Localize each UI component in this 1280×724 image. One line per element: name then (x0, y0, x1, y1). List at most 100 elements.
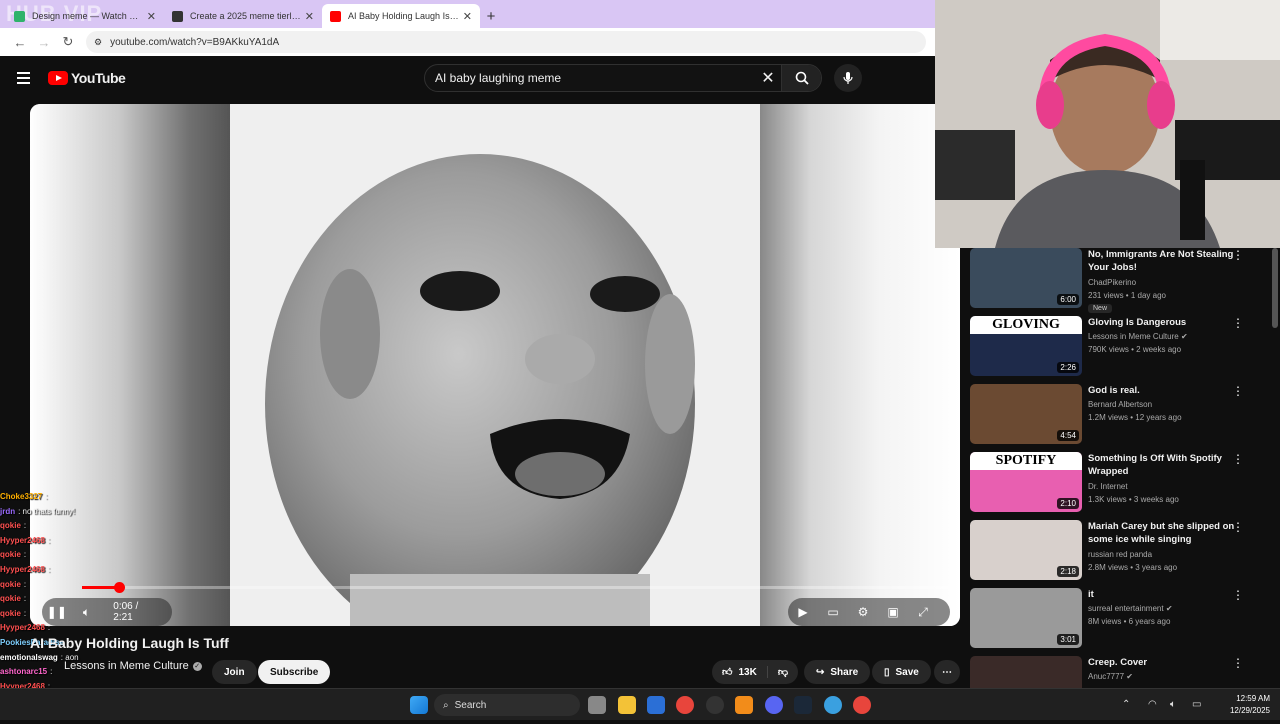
tab-favicon-icon (14, 10, 25, 22)
more-options-icon[interactable]: ⋮ (1232, 656, 1244, 670)
video-thumbnail[interactable]: 2:18 (970, 520, 1082, 580)
file-explorer-icon[interactable] (618, 696, 636, 714)
recommended-title[interactable]: Something Is Off With Spotify Wrapped (1088, 452, 1238, 478)
windows-start-icon[interactable] (410, 696, 428, 714)
channel-name[interactable]: Lessons in Meme Culture (64, 660, 189, 672)
voice-search-button[interactable] (834, 64, 862, 92)
recommended-channel[interactable]: Anuc7777 ✔ (1088, 672, 1133, 681)
recommended-title[interactable]: Mariah Carey but she slipped on some ice… (1088, 520, 1238, 546)
url-field[interactable]: ⚙ youtube.com/watch?v=B9AKkuYA1dA (86, 31, 926, 53)
clear-search-icon[interactable]: ✕ (755, 68, 781, 88)
recommended-video[interactable]: GLOVING 2:26 Gloving Is Dangerous Lessons i… (970, 316, 1270, 378)
share-label: Share (830, 666, 859, 678)
chrome-icon[interactable] (676, 696, 694, 714)
youtube-logo[interactable]: YouTube (48, 70, 126, 86)
autoplay-icon[interactable]: ▶ (788, 598, 818, 626)
more-actions-button[interactable]: ⋯ (934, 660, 960, 684)
wifi-icon[interactable]: ◠ (1148, 699, 1157, 710)
tab-close-icon[interactable]: ✕ (147, 10, 156, 23)
reload-icon[interactable]: ↻ (56, 34, 80, 50)
recommended-video[interactable]: SPOTIFY 2:10 Something Is Off With Spotify… (970, 452, 1270, 514)
taskbar-search[interactable]: ⌕ Search (434, 694, 580, 716)
share-icon: ↪ (816, 666, 825, 678)
recommended-channel[interactable]: surreal entertainment ✔ (1088, 604, 1173, 613)
settings-icon[interactable]: ⚙ (848, 598, 878, 626)
chat-username: Hyyper2468 (0, 535, 45, 545)
vlc-icon[interactable] (735, 696, 753, 714)
app-icon[interactable] (824, 696, 842, 714)
channel-row[interactable]: Lessons in Meme Culture ✓ (64, 660, 202, 672)
chat-message: Hyyper2468: (0, 563, 230, 578)
chat-username: qokie (0, 521, 21, 531)
chrome-alt-icon[interactable] (853, 696, 871, 714)
forward-icon[interactable]: → (32, 35, 56, 50)
recommended-title[interactable]: No, Immigrants Are Not Stealing Your Job… (1088, 248, 1238, 274)
miniplayer-icon[interactable]: ▣ (878, 598, 908, 626)
search-box[interactable]: AI baby laughing meme ✕ (424, 64, 822, 92)
chat-username: qokie (0, 579, 21, 589)
more-options-icon[interactable]: ⋮ (1232, 520, 1244, 534)
obs-icon[interactable] (706, 696, 724, 714)
store-icon[interactable] (647, 696, 665, 714)
search-input[interactable]: AI baby laughing meme (435, 71, 755, 85)
captions-icon[interactable]: ▭ (818, 598, 848, 626)
baby-face-image (230, 104, 760, 626)
more-options-icon[interactable]: ⋮ (1232, 316, 1244, 330)
tray-chevron-icon[interactable]: ⌃ (1122, 699, 1130, 710)
browser-tab-1[interactable]: Design meme — Watch Live ✕ (6, 4, 164, 28)
steam-icon[interactable] (794, 696, 812, 714)
recommended-channel[interactable]: Lessons in Meme Culture ✔ (1088, 332, 1188, 341)
share-button[interactable]: ↪ Share (804, 660, 871, 684)
recommended-title[interactable]: Gloving Is Dangerous (1088, 316, 1238, 329)
join-button[interactable]: Join (212, 660, 257, 684)
battery-icon[interactable]: ▭ (1192, 699, 1201, 710)
recommended-video[interactable]: 3:01 it surreal entertainment ✔ 8M views • … (970, 588, 1270, 650)
microphone-icon (843, 72, 853, 84)
video-thumbnail[interactable]: GLOVING 2:26 (970, 316, 1082, 376)
recommended-channel[interactable]: ChadPikerino (1088, 278, 1136, 287)
tab-close-icon[interactable]: ✕ (463, 10, 472, 23)
subscribe-button[interactable]: Subscribe (258, 660, 331, 684)
more-options-icon[interactable]: ⋮ (1232, 452, 1244, 466)
video-duration: 2:26 (1057, 362, 1079, 373)
site-info-icon[interactable]: ⚙ (94, 37, 102, 48)
recommended-channel[interactable]: Dr. Internet (1088, 482, 1128, 491)
like-button[interactable]: 👍︎ 13K (712, 666, 768, 678)
recommended-title[interactable]: it (1088, 588, 1238, 601)
video-thumbnail[interactable]: SPOTIFY 2:10 (970, 452, 1082, 512)
dislike-button[interactable]: 👎︎ (768, 666, 798, 678)
recommended-video[interactable]: 2:18 Mariah Carey but she slipped on some… (970, 520, 1270, 582)
browser-tab-3[interactable]: AI Baby Holding Laugh Is Tuff ✕ (322, 4, 480, 28)
fullscreen-icon[interactable]: ⤢ (908, 598, 938, 626)
discord-icon[interactable] (765, 696, 783, 714)
back-icon[interactable]: ← (8, 35, 32, 50)
system-clock[interactable]: 12:59 AM 12/29/2025 (1214, 693, 1270, 717)
video-thumbnail[interactable]: 6:00 (970, 248, 1082, 308)
chat-text: : (47, 535, 51, 545)
new-tab-button[interactable]: + (480, 4, 502, 28)
save-button[interactable]: ▯ Save (872, 660, 931, 684)
video-thumbnail[interactable]: 3:01 (970, 588, 1082, 648)
more-options-icon[interactable]: ⋮ (1232, 588, 1244, 602)
recommended-title[interactable]: Creep. Cover (1088, 656, 1238, 669)
tab-close-icon[interactable]: ✕ (305, 10, 314, 23)
task-view-icon[interactable] (588, 696, 606, 714)
recommended-channel[interactable]: russian red panda (1088, 550, 1152, 559)
video-thumbnail[interactable]: 4:54 (970, 384, 1082, 444)
recommended-video[interactable]: 6:00 No, Immigrants Are Not Stealing Your… (970, 248, 1270, 313)
recommended-video[interactable]: 4:54 God is real. Bernard Albertson 1.2M vi… (970, 384, 1270, 446)
search-icon (795, 71, 809, 85)
menu-icon[interactable] (17, 72, 30, 87)
thumbnail-text: GLOVING (970, 316, 1082, 334)
thumbs-up-icon: 👍︎ (722, 667, 733, 678)
recommended-title[interactable]: God is real. (1088, 384, 1238, 397)
recommended-channel[interactable]: Bernard Albertson (1088, 400, 1152, 409)
more-options-icon[interactable]: ⋮ (1232, 248, 1244, 262)
video-duration: 3:01 (1057, 634, 1079, 645)
speaker-icon[interactable]: 🔈︎ (1170, 699, 1176, 710)
search-button[interactable] (781, 65, 821, 91)
more-options-icon[interactable]: ⋮ (1232, 384, 1244, 398)
browser-tab-2[interactable]: Create a 2025 meme tierlist Tier ✕ (164, 4, 322, 28)
youtube-header: YouTube AI baby laughing meme ✕ (0, 56, 935, 100)
scrollbar[interactable] (1272, 248, 1278, 328)
